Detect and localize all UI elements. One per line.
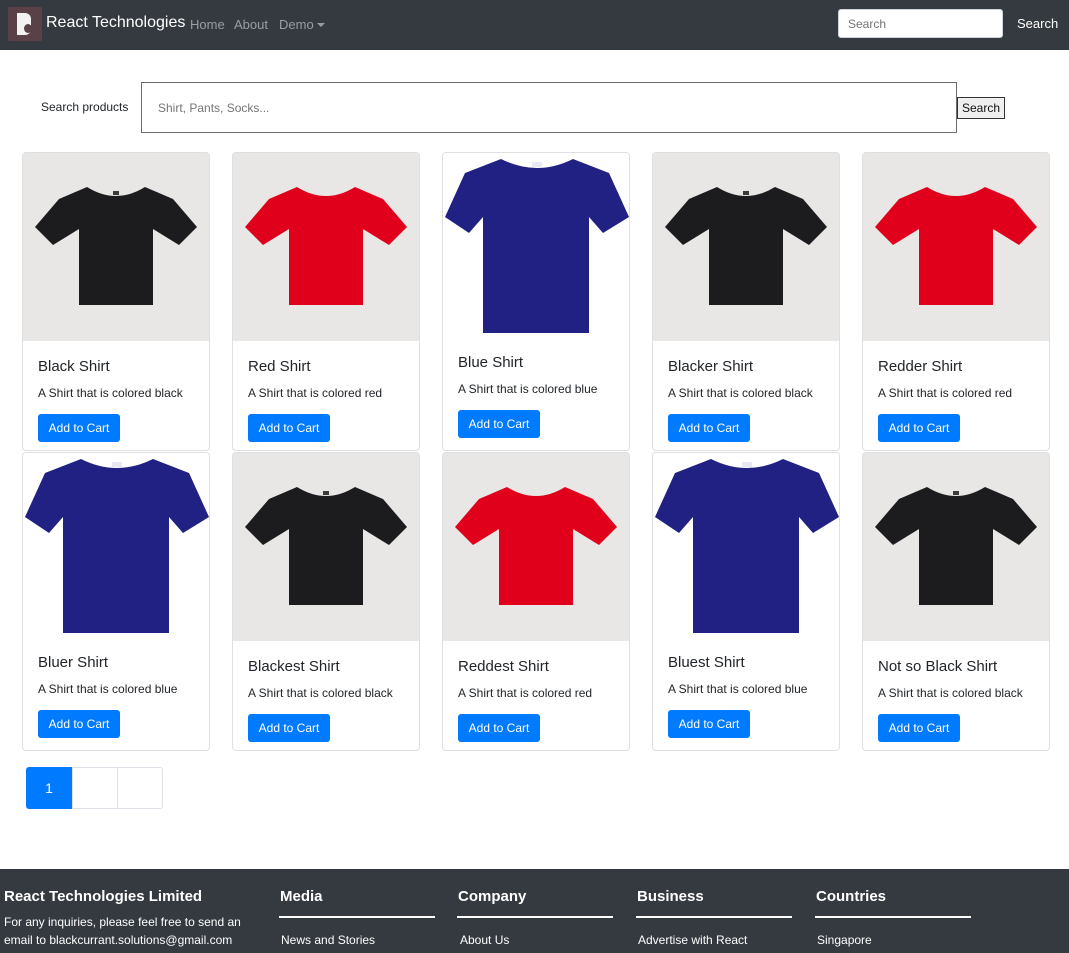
page-1-button[interactable]: 1 [26,767,72,809]
brand-name[interactable]: React Technologies [46,14,185,32]
footer-link-singapore[interactable]: Singapore [817,933,872,947]
add-to-cart-button[interactable]: Add to Cart [668,710,750,738]
product-card: Blue Shirt A Shirt that is colored blue Ad… [442,152,630,451]
product-description: A Shirt that is colored red [248,386,383,400]
product-card: Not so Black Shirt A Shirt that is colore… [862,452,1050,751]
footer-divider [279,916,435,918]
footer: React Technologies Limited For any inqui… [0,869,1069,953]
product-title: Blacker Shirt [668,358,754,375]
add-to-cart-button[interactable]: Add to Cart [878,714,960,742]
product-image [233,453,419,641]
footer-media-title: Media [280,888,323,905]
product-title: Redder Shirt [878,358,963,375]
product-description: A Shirt that is colored blue [458,382,598,396]
product-card: Bluest Shirt A Shirt that is colored blue… [652,452,840,751]
product-description: A Shirt that is colored blue [668,682,808,696]
product-description: A Shirt that is colored black [878,686,1023,700]
add-to-cart-button[interactable]: Add to Cart [458,714,540,742]
page-3-button[interactable] [117,767,163,809]
product-title: Not so Black Shirt [878,658,998,675]
navbar: React Technologies Home About Demo Searc… [0,0,1069,50]
footer-link-news[interactable]: News and Stories [281,933,375,947]
footer-company-col-title: Company [458,888,527,905]
add-to-cart-button[interactable]: Add to Cart [38,414,120,442]
product-description: A Shirt that is colored black [38,386,183,400]
footer-countries-title: Countries [816,888,887,905]
product-search-input[interactable] [141,82,957,133]
product-image [863,453,1049,641]
product-card: Red Shirt A Shirt that is colored red Add … [232,152,420,451]
product-image [653,153,839,341]
footer-link-advertise[interactable]: Advertise with React [638,933,747,947]
product-image [653,453,839,641]
product-card: Blackest Shirt A Shirt that is colored bl… [232,452,420,751]
product-card: Blacker Shirt A Shirt that is colored bla… [652,152,840,451]
footer-company-title: React Technologies Limited [4,888,203,905]
product-image [443,153,629,341]
product-image [443,453,629,641]
footer-divider [457,916,613,918]
footer-divider [636,916,792,918]
add-to-cart-button[interactable]: Add to Cart [668,414,750,442]
product-search-button[interactable]: Search [957,97,1005,119]
add-to-cart-button[interactable]: Add to Cart [878,414,960,442]
footer-link-about[interactable]: About Us [460,933,509,947]
search-products-label: Search products [41,100,129,114]
add-to-cart-button[interactable]: Add to Cart [248,714,330,742]
nav-about[interactable]: About [234,17,268,32]
nav-search-input[interactable] [838,9,1003,38]
nav-home[interactable]: Home [190,17,225,32]
product-description: A Shirt that is colored red [458,686,593,700]
product-title: Blackest Shirt [248,658,340,675]
product-description: A Shirt that is colored blue [38,682,178,696]
product-image [23,453,209,641]
product-card: Black Shirt A Shirt that is colored black… [22,152,210,451]
product-title: Bluer Shirt [38,654,109,671]
chevron-down-icon [316,23,325,27]
product-image [23,153,209,341]
product-description: A Shirt that is colored red [878,386,1013,400]
nav-demo-dropdown[interactable]: Demo [279,17,325,32]
add-to-cart-button[interactable]: Add to Cart [38,710,120,738]
page-2-button[interactable] [72,767,118,809]
product-description: A Shirt that is colored black [668,386,813,400]
nav-search-button[interactable]: Search [1009,9,1066,39]
footer-divider [815,916,971,918]
footer-business-title: Business [637,888,704,905]
footer-inquiry-text: For any inquiries, please feel free to s… [4,915,241,947]
product-image [233,153,419,341]
product-card: Reddest Shirt A Shirt that is colored red… [442,452,630,751]
product-card: Redder Shirt A Shirt that is colored red A… [862,152,1050,451]
product-image [863,153,1049,341]
nav-demo-label: Demo [279,17,314,32]
product-description: A Shirt that is colored black [248,686,393,700]
add-to-cart-button[interactable]: Add to Cart [248,414,330,442]
product-title: Blue Shirt [458,354,524,371]
add-to-cart-button[interactable]: Add to Cart [458,410,540,438]
product-title: Red Shirt [248,358,311,375]
product-title: Black Shirt [38,358,110,375]
product-title: Reddest Shirt [458,658,549,675]
product-card: Bluer Shirt A Shirt that is colored blue A… [22,452,210,751]
product-title: Bluest Shirt [668,654,745,671]
brand-logo-icon[interactable] [8,7,42,41]
